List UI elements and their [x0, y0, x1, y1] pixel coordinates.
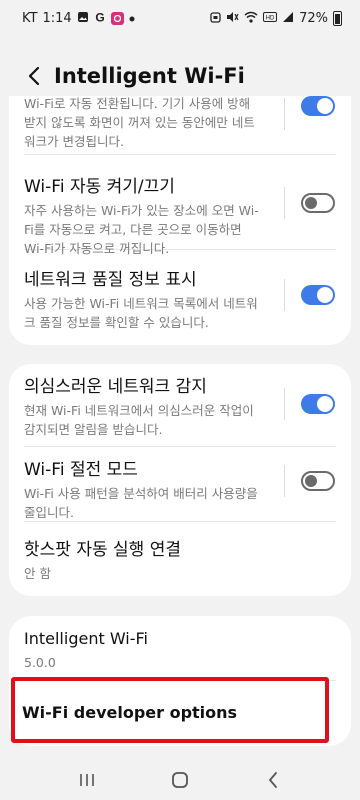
home-icon[interactable]	[160, 765, 200, 795]
recent-apps-icon[interactable]	[67, 765, 107, 795]
setting-row-suspicious-network[interactable]: 의심스러운 네트워크 감지 현재 Wi-Fi 네트워크에서 의심스러운 작업이 …	[9, 364, 351, 446]
mute-icon	[226, 11, 239, 25]
volte-icon: HD	[263, 11, 278, 25]
status-bar: KT 1:14 G HD 72%	[0, 0, 360, 36]
setting-row-hotspot-auto-connect[interactable]: 핫스팟 자동 실행 연결 안 함	[9, 522, 351, 596]
svg-text:G: G	[95, 11, 104, 23]
setting-title: 핫스팟 자동 실행 연결	[24, 540, 181, 560]
toggle-divider	[284, 465, 285, 497]
wifi-icon	[244, 11, 258, 25]
setting-row-intelligent-wifi-version[interactable]: Intelligent Wi-Fi 5.0.0	[9, 616, 351, 680]
app-icon	[110, 11, 124, 25]
toggle-divider	[284, 279, 285, 311]
g-icon: G	[94, 11, 106, 25]
status-right: HD 72%	[210, 10, 342, 26]
network-quality-toggle[interactable]	[301, 285, 335, 305]
image-icon	[77, 11, 89, 25]
navigation-bar	[0, 760, 360, 800]
toggle-divider	[284, 388, 285, 420]
toggle-divider	[284, 98, 285, 130]
alarm-icon	[210, 11, 221, 25]
setting-row-auto-switch[interactable]: Wi-Fi로 자동 전환됩니다. 기기 사용에 방해받지 않도록 화면이 꺼져 …	[9, 96, 351, 154]
time: 1:14	[42, 10, 72, 26]
wifi-power-saving-toggle[interactable]	[301, 471, 335, 491]
battery-icon	[333, 10, 342, 26]
setting-row-network-quality[interactable]: 네트워크 품질 정보 표시 사용 가능한 Wi-Fi 네트워크 목록에서 네트워…	[9, 250, 351, 345]
signal-icon	[282, 11, 294, 25]
setting-title: Intelligent Wi-Fi	[24, 629, 148, 648]
setting-title: 의심스러운 네트워크 감지	[24, 377, 207, 397]
settings-card-2: 의심스러운 네트워크 감지 현재 Wi-Fi 네트워크에서 의심스러운 작업이 …	[9, 364, 351, 596]
setting-subtitle: Wi-Fi 사용 패턴을 분석하여 배터리 사용량을 줄입니다.	[24, 486, 258, 520]
setting-title: Wi-Fi 자동 켜기/끄기	[24, 177, 175, 197]
setting-row-wifi-power-saving[interactable]: Wi-Fi 절전 모드 Wi-Fi 사용 패턴을 분석하여 배터리 사용량을 줄…	[9, 447, 351, 521]
setting-row-wifi-auto-onoff[interactable]: Wi-Fi 자동 켜기/끄기 자주 사용하는 Wi-Fi가 있는 장소에 오면 …	[9, 155, 351, 256]
setting-subtitle: 현재 Wi-Fi 네트워크에서 의심스러운 작업이 감지되면 알림을 받습니다.	[24, 403, 254, 437]
setting-row-developer-options[interactable]: Wi-Fi developer options	[9, 681, 351, 746]
settings-card-3: Intelligent Wi-Fi 5.0.0 Wi-Fi developer …	[9, 616, 351, 746]
back-arrow-icon[interactable]	[22, 64, 46, 88]
dot-icon	[129, 13, 135, 24]
setting-subtitle: Wi-Fi로 자동 전환됩니다. 기기 사용에 방해받지 않도록 화면이 꺼져 …	[24, 96, 255, 149]
status-left: KT 1:14 G	[22, 11, 135, 26]
back-icon[interactable]	[253, 765, 293, 795]
header: Intelligent Wi-Fi	[0, 52, 360, 100]
setting-title: 네트워크 품질 정보 표시	[24, 270, 197, 290]
setting-subtitle: 안 함	[24, 566, 51, 581]
suspicious-network-toggle[interactable]	[301, 394, 335, 414]
wifi-auto-onoff-toggle[interactable]	[301, 193, 335, 213]
version-text: 5.0.0	[24, 655, 56, 670]
page-title: Intelligent Wi-Fi	[54, 64, 245, 88]
setting-subtitle: 사용 가능한 Wi-Fi 네트워크 목록에서 네트워크 품질 정보를 확인할 수…	[24, 296, 258, 330]
settings-card-1: Wi-Fi로 자동 전환됩니다. 기기 사용에 방해받지 않도록 화면이 꺼져 …	[9, 96, 351, 345]
toggle-divider	[284, 187, 285, 219]
auto-switch-toggle[interactable]	[301, 96, 335, 116]
carrier: KT	[22, 10, 38, 26]
setting-title: Wi-Fi 절전 모드	[24, 460, 138, 480]
svg-text:HD: HD	[266, 16, 275, 22]
setting-title: Wi-Fi developer options	[22, 703, 238, 722]
battery-percent: 72%	[299, 10, 328, 26]
